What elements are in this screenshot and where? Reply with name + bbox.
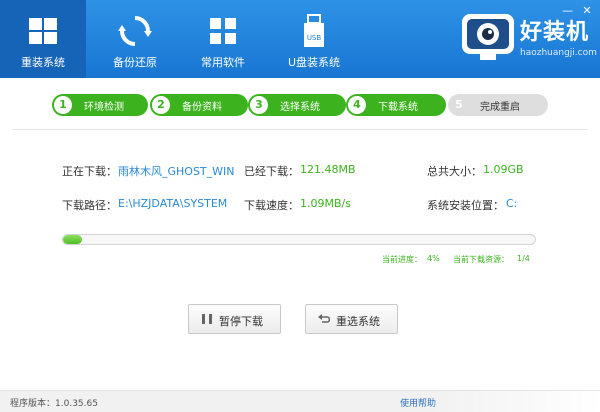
nav-common-software[interactable]: 常用软件 xyxy=(180,0,266,78)
pause-download-button[interactable]: 暂停下载 xyxy=(188,304,281,334)
downloaded-value: 121.48MB xyxy=(300,163,356,176)
close-button[interactable]: ✕ xyxy=(580,4,594,17)
nav-backup-restore[interactable]: 备份还原 xyxy=(92,0,178,78)
brand-name: 好装机 xyxy=(520,20,590,45)
nav-reinstall-system[interactable]: 重装系统 xyxy=(0,0,86,78)
download-resource-label: 当前下载资源： xyxy=(453,255,509,264)
downloading-filename: 雨林木风_GHOST_WIN xyxy=(118,165,235,178)
window-controls: — ✕ xyxy=(559,4,595,17)
step-number: 3 xyxy=(250,96,268,114)
reselect-system-label: 重选系统 xyxy=(336,316,380,328)
download-path-label: 下载路径： xyxy=(62,199,117,212)
footer-fade xyxy=(430,391,600,412)
step-label: 完成重启 xyxy=(480,102,520,113)
nav-label: 常用软件 xyxy=(201,56,245,69)
usb-drive-icon: USB xyxy=(304,14,324,47)
nav-label: 重装系统 xyxy=(21,56,65,69)
progress-steps: 1 环境检测 2 备份资料 3 选择系统 4 下载系统 5 完成重启 xyxy=(52,94,548,116)
brand: 好装机 haozhuangji.com xyxy=(458,8,598,72)
step-env-check: 1 环境检测 xyxy=(52,94,148,116)
header-bar: 重装系统 备份还原 常用软件 USB U盘装系统 好装机 haozhuangji… xyxy=(0,0,600,78)
step-number: 1 xyxy=(54,96,72,114)
progress-fill xyxy=(63,235,82,244)
minimize-button[interactable]: — xyxy=(561,4,575,17)
install-location-label: 系统安装位置： xyxy=(427,199,504,212)
step-label: 下载系统 xyxy=(378,102,418,113)
pause-download-label: 暂停下载 xyxy=(219,316,263,328)
version-info: 程序版本：1.0.35.65 xyxy=(10,396,98,409)
reselect-system-button[interactable]: 重选系统 xyxy=(305,304,398,334)
download-speed-value: 1.09MB/s xyxy=(300,197,351,210)
current-progress-value: 4% xyxy=(427,254,440,263)
install-location-value: C: xyxy=(506,197,518,210)
divider xyxy=(12,129,588,130)
step-number: 5 xyxy=(455,98,463,111)
download-path-value: E:\HZJDATA\SYSTEM xyxy=(118,197,228,210)
step-number: 2 xyxy=(152,96,170,114)
step-backup-data: 2 备份资料 xyxy=(150,94,248,116)
downloaded-label: 已经下载： xyxy=(244,165,299,178)
step-complete-restart: 5 完成重启 xyxy=(448,94,548,116)
restore-icon xyxy=(118,16,152,46)
downloading-label: 正在下载： xyxy=(62,165,117,178)
step-label: 备份资料 xyxy=(182,102,222,113)
nav-label: U盘装系统 xyxy=(287,56,341,69)
windows-icon xyxy=(29,18,57,44)
download-progress-bar xyxy=(62,234,536,245)
step-label: 环境检测 xyxy=(84,102,124,113)
download-speed-label: 下载速度： xyxy=(244,199,299,212)
monitor-eye-logo-icon xyxy=(462,14,514,60)
step-select-system: 3 选择系统 xyxy=(248,94,346,116)
current-progress-label: 当前进度： xyxy=(382,255,422,264)
status-bar: 程序版本：1.0.35.65 使用帮助 xyxy=(0,390,600,412)
step-label: 选择系统 xyxy=(280,102,320,113)
total-size-value: 1.09GB xyxy=(483,163,524,176)
total-size-label: 总共大小： xyxy=(427,165,482,178)
step-number: 4 xyxy=(348,96,366,114)
brand-url: haozhuangji.com xyxy=(520,48,597,58)
step-download-system: 4 下载系统 xyxy=(346,94,446,116)
pause-icon xyxy=(202,314,212,324)
return-arrow-icon xyxy=(318,314,330,323)
nav-usb-install[interactable]: USB U盘装系统 xyxy=(272,0,356,78)
nav-label: 备份还原 xyxy=(113,56,157,69)
usb-text: USB xyxy=(307,34,322,42)
download-resource-value: 1/4 xyxy=(517,254,530,263)
apps-grid-icon xyxy=(210,18,236,44)
version-number: 1.0.35.65 xyxy=(55,399,98,409)
version-label: 程序版本： xyxy=(10,399,56,409)
